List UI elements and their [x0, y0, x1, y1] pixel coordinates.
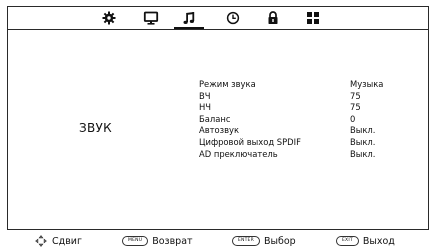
- setting-bass[interactable]: НЧ 75: [199, 102, 405, 114]
- gear-icon: [101, 10, 117, 26]
- hint-exit: EXIT Выход: [336, 234, 395, 249]
- menu-key: MENU: [122, 235, 149, 246]
- tv-menu-screen: ЗВУК Режим звука Музыка ВЧ 75 НЧ 75 Бала…: [0, 0, 439, 251]
- music-note-icon: [181, 10, 197, 26]
- tab-time[interactable]: [225, 10, 241, 26]
- grid-icon: [305, 10, 321, 26]
- setting-label: ВЧ: [199, 90, 211, 101]
- setting-value: 75: [350, 102, 361, 113]
- setting-label: НЧ: [199, 102, 212, 113]
- enter-key: ENTER: [232, 235, 260, 246]
- lock-icon: [265, 10, 281, 26]
- setting-value: Выкл.: [350, 136, 376, 147]
- tab-setup[interactable]: [305, 10, 321, 26]
- setting-auto-volume[interactable]: Автозвук Выкл.: [199, 125, 405, 137]
- setting-label: Режим звука: [199, 79, 256, 89]
- dpad-arrows-icon: [35, 234, 47, 247]
- setting-ad-switch[interactable]: AD преключатель Выкл.: [199, 149, 405, 161]
- setting-value: Выкл.: [350, 125, 376, 136]
- setting-label: Баланс: [199, 113, 231, 124]
- setting-label: Автозвук: [199, 125, 240, 136]
- tab-sound[interactable]: [181, 10, 197, 26]
- tab-settings[interactable]: [101, 10, 117, 26]
- setting-value: Музыка: [350, 79, 384, 89]
- section-title: ЗВУК: [79, 121, 112, 135]
- setting-spdif-output[interactable]: Цифровой выход SPDIF Выкл.: [199, 137, 405, 149]
- hint-label: Выбор: [263, 236, 296, 247]
- monitor-icon: [143, 10, 159, 26]
- setting-balance[interactable]: Баланс 0: [199, 114, 405, 126]
- setting-value: Выкл.: [350, 148, 376, 159]
- tab-picture[interactable]: [143, 10, 159, 26]
- footer-hints: Сдвиг MENU Возврат ENTER Выбор EXIT Выход: [0, 232, 439, 251]
- hint-label: Выход: [362, 236, 395, 247]
- clock-icon: [225, 10, 241, 26]
- hint-label: Возврат: [152, 236, 193, 247]
- hint-select: ENTER Выбор: [232, 234, 296, 249]
- setting-value: 0: [350, 113, 356, 124]
- setting-label: Цифровой выход SPDIF: [199, 136, 301, 147]
- hint-back: MENU Возврат: [122, 234, 193, 249]
- setting-treble[interactable]: ВЧ 75: [199, 91, 405, 103]
- tab-lock[interactable]: [265, 10, 281, 26]
- hint-move: Сдвиг: [35, 234, 82, 249]
- tab-bar: [8, 7, 428, 30]
- setting-value: 75: [350, 90, 361, 101]
- hint-label: Сдвиг: [52, 236, 82, 247]
- setting-label: AD преключатель: [199, 148, 278, 159]
- setting-sound-mode[interactable]: Режим звука Музыка: [199, 79, 405, 91]
- exit-key: EXIT: [336, 235, 359, 246]
- settings-list: Режим звука Музыка ВЧ 75 НЧ 75 Баланс 0 …: [199, 79, 405, 160]
